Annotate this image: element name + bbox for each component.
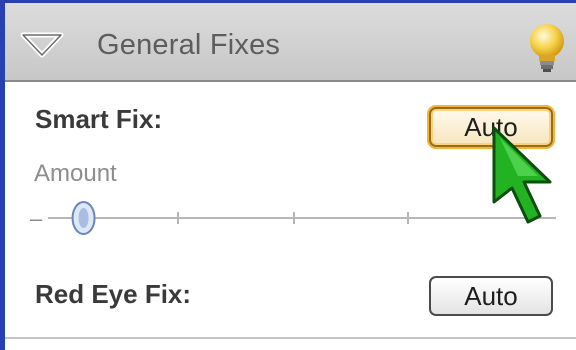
panel-title: General Fixes [97, 29, 281, 61]
amount-label: Amount [34, 160, 117, 187]
triangle-down-icon[interactable] [20, 32, 64, 58]
lightbulb-icon[interactable] [525, 19, 569, 75]
panel-header[interactable]: General Fixes [5, 3, 576, 82]
amount-minus-label: – [30, 206, 43, 231]
bottom-divider [5, 337, 576, 339]
red-eye-fix-auto-button[interactable]: Auto [429, 276, 553, 316]
green-arrow-cursor-icon [492, 126, 552, 224]
red-eye-fix-label: Red Eye Fix: [35, 279, 192, 309]
slider-thumb[interactable] [71, 201, 96, 235]
smart-fix-label: Smart Fix: [35, 104, 163, 134]
